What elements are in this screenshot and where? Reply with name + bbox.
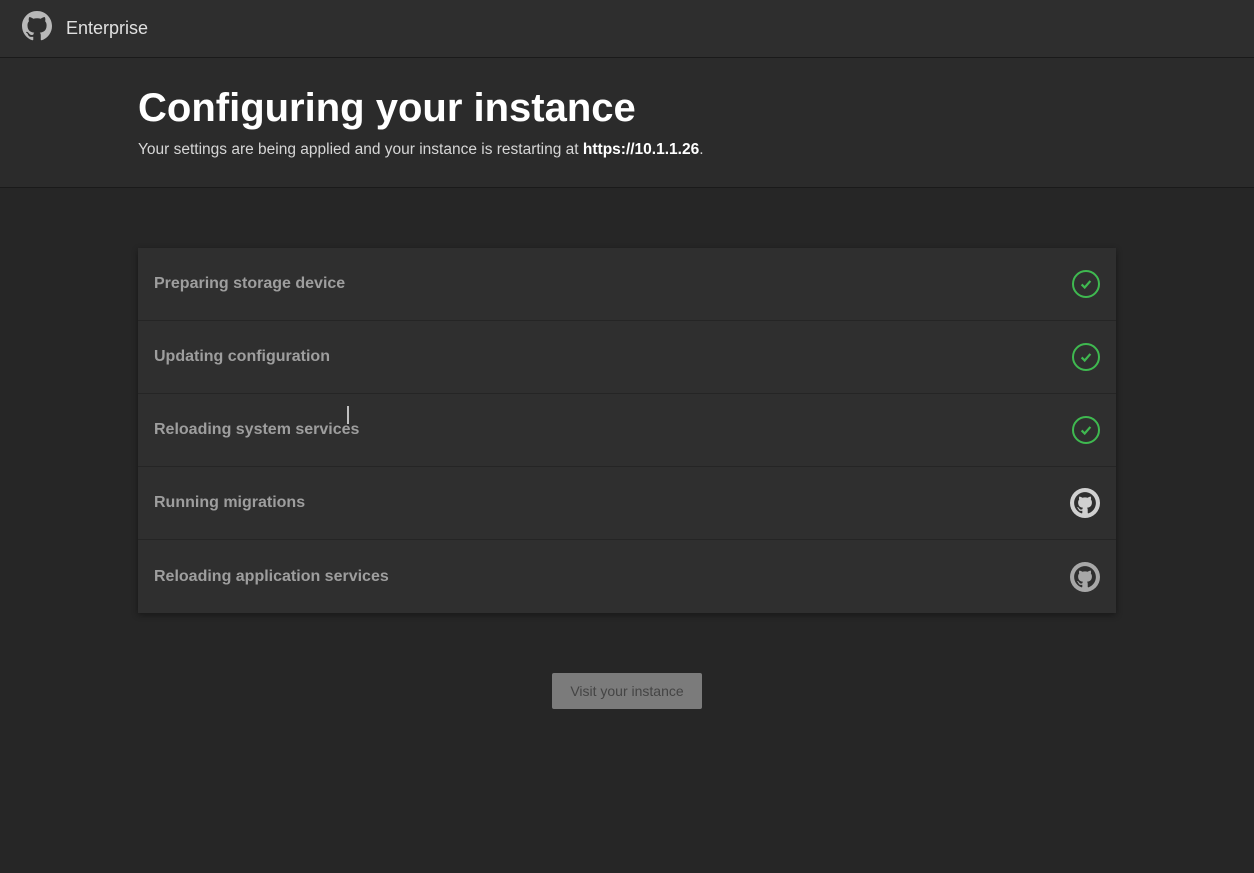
topbar: Enterprise xyxy=(0,0,1254,58)
brand-link[interactable]: Enterprise xyxy=(22,11,148,46)
checkmark-icon xyxy=(1072,270,1100,298)
visit-instance-button[interactable]: Visit your instance xyxy=(552,673,701,709)
step-label: Preparing storage device xyxy=(154,275,345,293)
subtitle-url: https://10.1.1.26 xyxy=(583,141,699,158)
step-label: Reloading system services xyxy=(154,421,359,439)
step-preparing-storage: Preparing storage device xyxy=(138,248,1116,321)
hero: Configuring your instance Your settings … xyxy=(0,58,1254,188)
steps-panel: Preparing storage device Updating config… xyxy=(138,248,1116,613)
checkmark-icon xyxy=(1072,416,1100,444)
step-reloading-application-services: Reloading application services xyxy=(138,540,1116,613)
subtitle-prefix: Your settings are being applied and your… xyxy=(138,141,583,158)
step-label: Running migrations xyxy=(154,494,305,512)
checkmark-icon xyxy=(1072,343,1100,371)
step-running-migrations: Running migrations xyxy=(138,467,1116,540)
page-subtitle: Your settings are being applied and your… xyxy=(138,141,1116,159)
step-label: Reloading application services xyxy=(154,568,389,586)
main: Preparing storage device Updating config… xyxy=(0,188,1254,709)
brand-text: Enterprise xyxy=(66,18,148,39)
github-logo-icon xyxy=(22,11,52,46)
octocat-spinner-icon xyxy=(1070,488,1100,518)
step-updating-configuration: Updating configuration xyxy=(138,321,1116,394)
button-wrap: Visit your instance xyxy=(0,673,1254,709)
octocat-pending-icon xyxy=(1070,562,1100,592)
page-title: Configuring your instance xyxy=(138,86,1116,131)
subtitle-suffix: . xyxy=(699,141,703,158)
step-reloading-system-services: Reloading system services xyxy=(138,394,1116,467)
step-label: Updating configuration xyxy=(154,348,330,366)
